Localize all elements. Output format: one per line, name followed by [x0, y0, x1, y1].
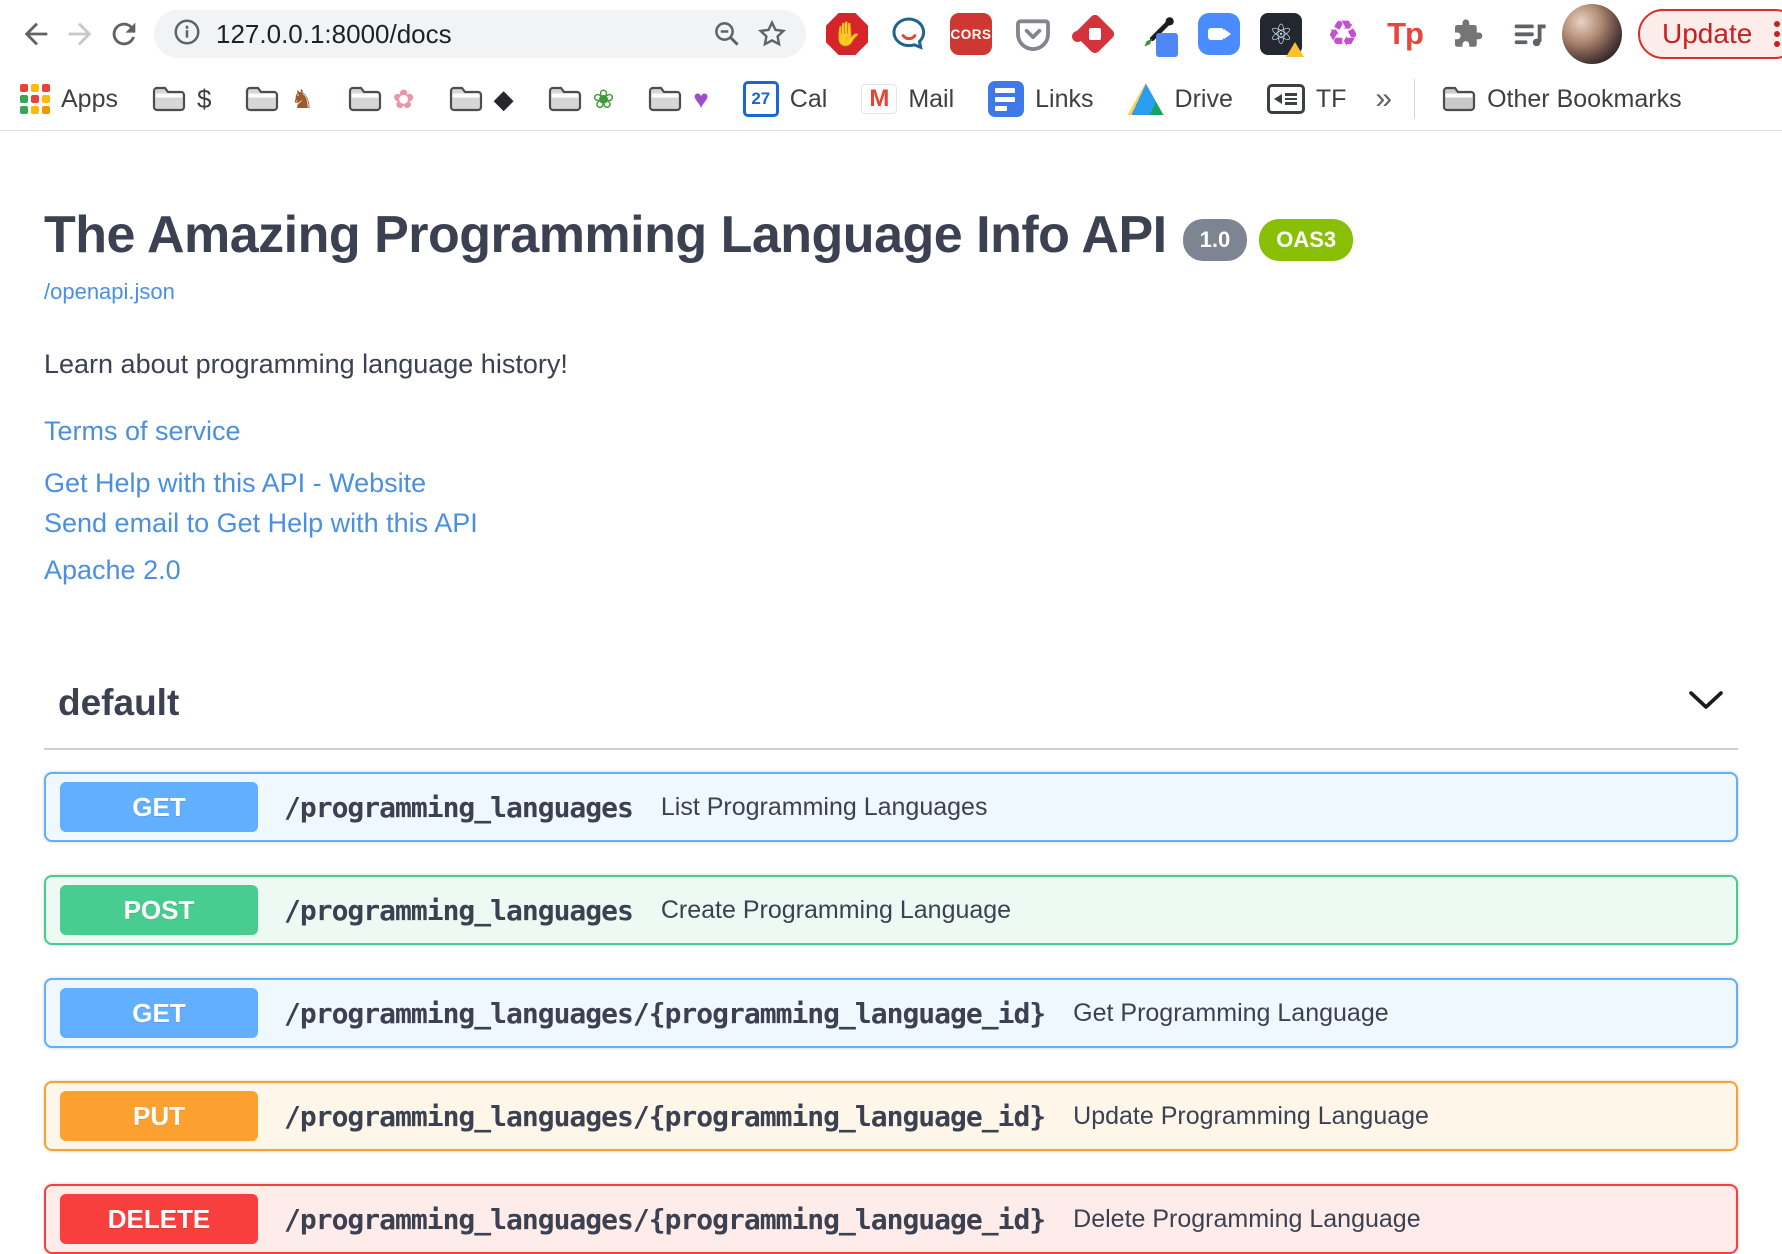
oas3-badge: OAS3 [1259, 219, 1354, 261]
bookmark-tf[interactable]: TF [1250, 84, 1364, 114]
color-picker-extension-icon[interactable] [1136, 13, 1178, 57]
endpoint-path: /programming_languages/{programming_lang… [284, 1099, 1046, 1133]
folder-icon [548, 86, 581, 112]
endpoint-path: /programming_languages [284, 893, 634, 927]
cors-extension-icon[interactable]: CORS [950, 13, 992, 55]
links-icon [988, 81, 1025, 117]
endpoint-row[interactable]: PUT /programming_languages/{programming_… [44, 1081, 1738, 1151]
method-badge[interactable]: DELETE [60, 1194, 258, 1244]
back-button[interactable] [14, 12, 58, 56]
endpoint-path: /programming_languages/{programming_lang… [284, 1202, 1046, 1236]
warning-triangle-icon [1286, 42, 1304, 57]
api-description: Learn about programming language history… [44, 349, 568, 379]
red-diamond-extension-icon[interactable] [1072, 12, 1117, 56]
bookmark-apps[interactable]: Apps [16, 84, 135, 114]
default-section-header[interactable]: default [44, 682, 1738, 750]
browser-toolbar: 127.0.0.1:8000/docs ✋ CORS ⚛ ♻ Tp Update [0, 0, 1782, 68]
endpoint-row[interactable]: DELETE /programming_languages/{programmi… [44, 1184, 1738, 1254]
endpoint-summary: Update Programming Language [1073, 1101, 1429, 1130]
endpoint-list: GET /programming_languages List Programm… [44, 772, 1738, 1254]
bookmark-other-bookmarks[interactable]: Other Bookmarks [1425, 85, 1699, 114]
adblock-extension-icon[interactable]: ✋ [826, 13, 868, 55]
music-queue-icon[interactable] [1508, 13, 1550, 55]
endpoint-summary: Get Programming Language [1073, 998, 1389, 1027]
method-badge[interactable]: GET [60, 988, 258, 1038]
tf-icon [1266, 84, 1305, 114]
gmail-icon: M [861, 84, 898, 114]
pocket-extension-icon[interactable] [1012, 13, 1054, 55]
bookmark-star-icon[interactable] [756, 18, 788, 50]
endpoint-path: /programming_languages [284, 790, 634, 824]
update-button[interactable]: Update [1638, 9, 1782, 59]
help-website-link[interactable]: Get Help with this API - Website [44, 463, 1738, 503]
purple-heart-emoji: ♥ [693, 84, 709, 114]
section-title: default [58, 682, 180, 723]
react-devtools-extension-icon[interactable]: ⚛ [1260, 13, 1304, 57]
endpoint-path: /programming_languages/{programming_lang… [284, 996, 1046, 1030]
profile-avatar[interactable] [1562, 4, 1622, 64]
url-text[interactable]: 127.0.0.1:8000/docs [216, 19, 698, 50]
method-badge[interactable]: GET [60, 782, 258, 832]
purple-recycle-extension-icon[interactable]: ♻ [1322, 13, 1364, 55]
page-info-icon[interactable] [172, 17, 202, 52]
graduation-cap-emoji: ◆ [493, 84, 514, 114]
apps-grid-icon [20, 84, 50, 114]
version-badge: 1.0 [1182, 219, 1248, 261]
herb-emoji: ❀ [592, 84, 615, 114]
chat-bubble-extension-icon[interactable] [888, 13, 930, 55]
bookmark-folder-carousel-horse[interactable]: ♞ [228, 85, 330, 113]
zoom-out-icon[interactable] [712, 19, 742, 49]
extensions-row: ✋ CORS ⚛ ♻ Tp [820, 12, 1556, 57]
folder-icon [152, 86, 186, 112]
folder-icon [649, 86, 682, 112]
help-email-link[interactable]: Send email to Get Help with this API [44, 503, 1738, 543]
license-link[interactable]: Apache 2.0 [44, 555, 1738, 586]
folder-icon [449, 86, 482, 112]
endpoint-row[interactable]: GET /programming_languages/{programming_… [44, 978, 1738, 1048]
endpoint-summary: Create Programming Language [660, 895, 1012, 924]
carousel-horse-emoji: ♞ [290, 84, 314, 114]
extensions-puzzle-icon[interactable] [1446, 13, 1488, 55]
bookmark-folder-dollar[interactable]: $ [135, 85, 228, 113]
bookmarks-bar: Apps $ ♞ ✿ ◆ ❀ ♥ 27 Cal M Mail Links Dri… [0, 68, 1782, 131]
folder-icon [246, 86, 279, 112]
bookmark-folder-brain[interactable]: ✿ [331, 85, 432, 113]
zoom-extension-icon[interactable] [1198, 13, 1240, 55]
brain-emoji: ✿ [392, 84, 415, 114]
reload-button[interactable] [102, 12, 146, 56]
method-badge[interactable]: PUT [60, 1091, 258, 1141]
menu-dots-icon[interactable] [1766, 15, 1782, 53]
terms-of-service-link[interactable]: Terms of service [44, 416, 1738, 447]
bookmark-folder-purple-heart[interactable]: ♥ [631, 85, 725, 113]
address-bar[interactable]: 127.0.0.1:8000/docs [154, 10, 806, 58]
bookmark-gmail[interactable]: M Mail [844, 84, 971, 114]
folder-icon [348, 86, 381, 112]
page-title: The Amazing Programming Language Info AP… [44, 206, 1167, 264]
method-badge[interactable]: POST [60, 885, 258, 935]
bookmarks-separator [1414, 79, 1416, 119]
endpoint-summary: List Programming Languages [660, 792, 988, 821]
bookmark-folder-graduation-cap[interactable]: ◆ [432, 85, 531, 113]
endpoint-summary: Delete Programming Language [1073, 1204, 1421, 1233]
google-drive-icon [1127, 83, 1164, 115]
tampermonkey-extension-icon[interactable]: Tp [1384, 13, 1426, 55]
forward-button[interactable] [58, 12, 102, 56]
bookmark-links[interactable]: Links [971, 81, 1110, 117]
collapse-chevron-icon[interactable] [1686, 689, 1726, 718]
bookmark-calendar[interactable]: 27 Cal [726, 81, 845, 117]
bookmarks-overflow-chevron[interactable]: » [1363, 82, 1404, 116]
bookmark-folder-herb[interactable]: ❀ [531, 85, 632, 113]
endpoint-row[interactable]: POST /programming_languages Create Progr… [44, 875, 1738, 945]
swagger-docs-page: The Amazing Programming Language Info AP… [0, 205, 1782, 1254]
endpoint-row[interactable]: GET /programming_languages List Programm… [44, 772, 1738, 842]
google-calendar-icon: 27 [742, 81, 779, 117]
openapi-spec-link[interactable]: /openapi.json [44, 279, 175, 305]
bookmark-drive[interactable]: Drive [1111, 83, 1250, 115]
folder-icon [1443, 86, 1476, 112]
